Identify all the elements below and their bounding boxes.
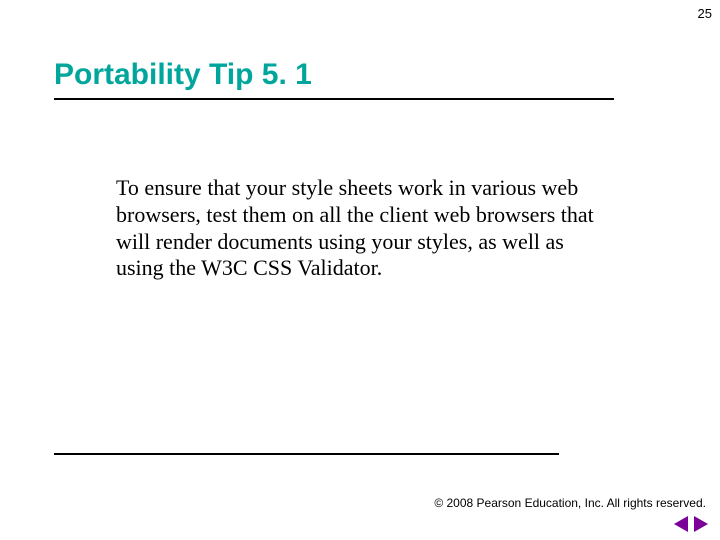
title-rule bbox=[54, 98, 614, 100]
body-text: To ensure that your style sheets work in… bbox=[116, 175, 596, 282]
prev-slide-icon[interactable] bbox=[674, 516, 688, 532]
page-number: 25 bbox=[698, 6, 712, 21]
title-block: Portability Tip 5. 1 bbox=[54, 58, 666, 100]
slide-title: Portability Tip 5. 1 bbox=[54, 58, 666, 92]
next-slide-icon[interactable] bbox=[694, 516, 708, 532]
footer-rule bbox=[54, 453, 559, 455]
nav-arrows bbox=[674, 516, 708, 532]
copyright-footer: © 2008 Pearson Education, Inc. All right… bbox=[434, 496, 706, 510]
